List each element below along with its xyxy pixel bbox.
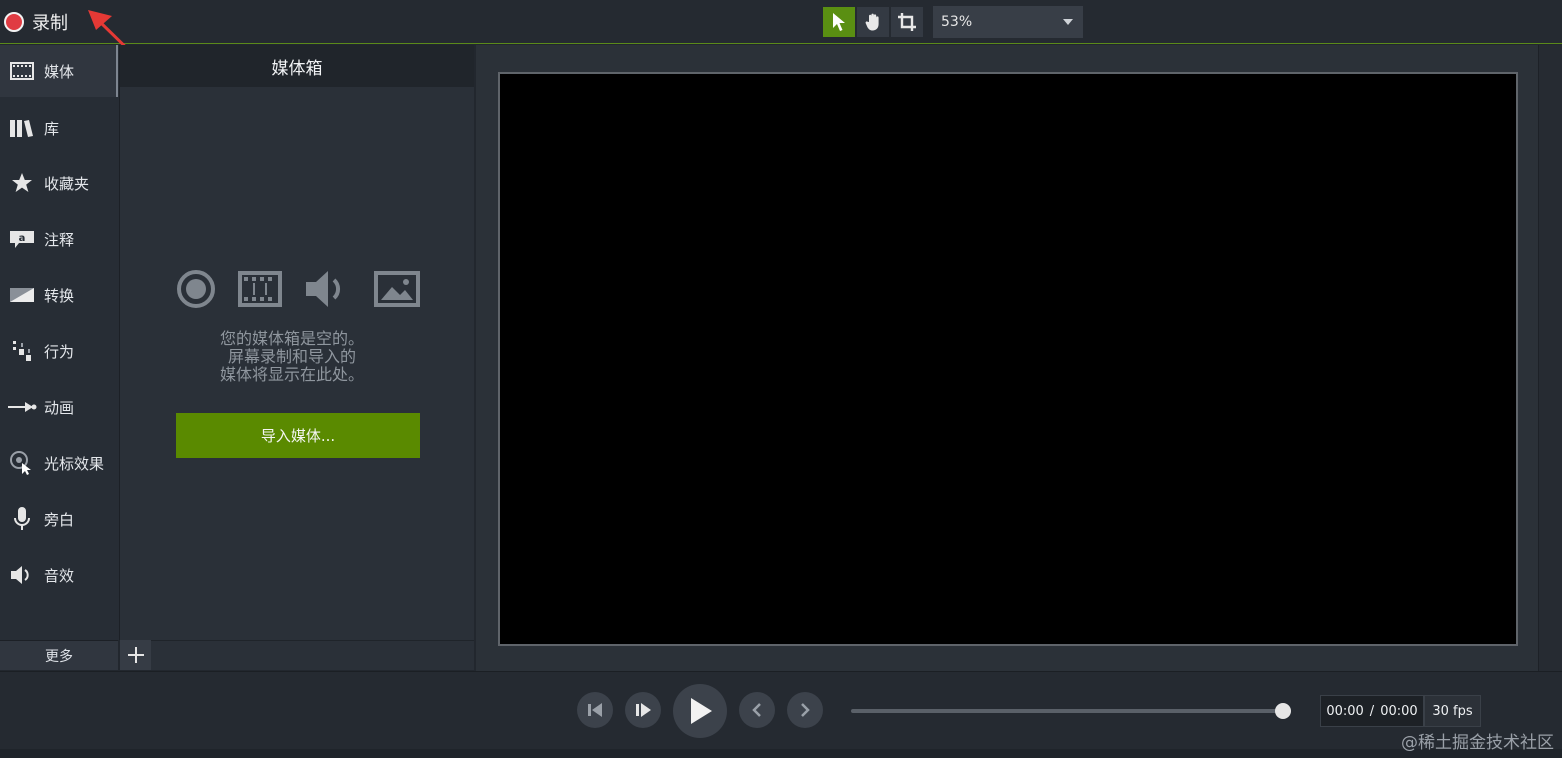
cursor-effect-icon <box>10 451 31 475</box>
record-label: 录制 <box>32 13 68 34</box>
step-back-button[interactable] <box>577 692 613 728</box>
sidebar-item-library[interactable]: 库 <box>0 102 118 154</box>
speaker-icon <box>306 271 341 307</box>
tool-sidebar: 媒体 库 收藏夹 a 注释 转换 行为 动画 光标效果 旁白 音效 <box>0 45 120 640</box>
film-icon <box>238 271 282 307</box>
speaker-icon <box>11 566 29 584</box>
record-icon <box>177 270 215 308</box>
crop-icon <box>898 13 916 31</box>
record-icon <box>4 12 24 32</box>
select-tool-button[interactable] <box>823 7 855 37</box>
sidebar-item-label: 媒体 <box>44 62 75 81</box>
add-button[interactable] <box>120 640 151 670</box>
play-icon <box>691 698 712 724</box>
empty-line: 屏幕录制和导入的 <box>228 347 357 366</box>
empty-bin-message: 您的媒体箱是空的。 屏幕录制和导入的 媒体将显示在此处。 <box>194 330 404 384</box>
step-forward-button[interactable] <box>625 692 661 728</box>
chevron-left-icon <box>752 703 761 717</box>
step-forward-icon <box>636 703 651 717</box>
pan-tool-button[interactable] <box>857 7 889 37</box>
transition-icon <box>10 288 34 302</box>
star-icon <box>12 173 32 192</box>
zoom-dropdown[interactable]: 53% <box>933 6 1083 38</box>
image-icon <box>374 271 420 307</box>
hand-icon <box>865 13 879 31</box>
top-toolbar: 录制 53% <box>0 0 1562 44</box>
next-marker-button[interactable] <box>787 692 823 728</box>
chevron-down-icon <box>1063 19 1073 25</box>
sidebar-item-label: 库 <box>44 119 60 138</box>
total-time: 00:00 <box>1380 703 1418 719</box>
preview-canvas[interactable] <box>498 72 1518 646</box>
sidebar-item-behaviors[interactable]: 行为 <box>0 325 118 377</box>
previous-marker-button[interactable] <box>739 692 775 728</box>
canvas-tool-group <box>823 7 923 37</box>
sidebar-item-annotations[interactable]: a 注释 <box>0 213 118 265</box>
play-button[interactable] <box>673 684 727 738</box>
media-type-icons <box>174 267 424 313</box>
crop-tool-button[interactable] <box>891 7 923 37</box>
timeline-toolbar <box>0 749 1562 758</box>
sidebar-item-label: 注释 <box>44 230 75 249</box>
sidebar-item-cursor-effects[interactable]: 光标效果 <box>0 437 118 489</box>
svg-text:a: a <box>19 233 26 244</box>
animation-icon <box>8 402 37 412</box>
empty-line: 媒体将显示在此处。 <box>220 365 365 384</box>
microphone-icon <box>14 507 30 530</box>
sidebar-item-narration[interactable]: 旁白 <box>0 493 118 545</box>
sidebar-item-label: 动画 <box>44 398 75 417</box>
scrubber-handle[interactable] <box>1275 703 1291 719</box>
watermark: @稀土掘金技术社区 <box>1401 733 1554 753</box>
arrow-cursor-icon <box>833 13 845 31</box>
sidebar-item-animations[interactable]: 动画 <box>0 381 118 433</box>
playback-scrubber[interactable] <box>851 709 1291 713</box>
more-button[interactable]: 更多 <box>0 640 118 670</box>
record-button[interactable]: 录制 <box>4 7 68 37</box>
sidebar-item-favorites[interactable]: 收藏夹 <box>0 157 118 209</box>
sidebar-item-media[interactable]: 媒体 <box>0 45 118 97</box>
library-icon <box>10 120 33 137</box>
panel-footer <box>151 640 474 670</box>
properties-collapsed-strip[interactable] <box>1538 45 1562 671</box>
zoom-value: 53% <box>941 14 973 30</box>
preview-area <box>476 45 1538 671</box>
plus-icon <box>127 647 144 663</box>
behavior-icon <box>13 341 31 361</box>
timecode-display: 00:00 / 00:00 <box>1320 695 1424 727</box>
sidebar-item-label: 行为 <box>44 342 75 361</box>
sidebar-item-label: 音效 <box>44 566 75 585</box>
sidebar-item-label: 旁白 <box>44 510 75 529</box>
sidebar-item-label: 收藏夹 <box>44 174 90 193</box>
annotation-icon: a <box>10 231 34 248</box>
panel-title: 媒体箱 <box>120 45 474 87</box>
sidebar-item-audio-effects[interactable]: 音效 <box>0 549 118 601</box>
time-separator: / <box>1369 703 1375 719</box>
import-media-button[interactable]: 导入媒体... <box>176 413 420 458</box>
media-bin-panel: 媒体箱 您的媒体箱是空的。 屏幕录制和导入的 媒体将显示在此处。 导入媒体... <box>120 45 474 640</box>
sidebar-item-label: 转换 <box>44 286 75 305</box>
chevron-right-icon <box>801 703 810 717</box>
current-time: 00:00 <box>1326 703 1364 719</box>
sidebar-item-label: 光标效果 <box>44 454 105 473</box>
playback-controls: 00:00 / 00:00 30 fps <box>0 671 1562 749</box>
step-back-icon <box>588 703 602 717</box>
film-icon <box>10 62 34 80</box>
fps-selector[interactable]: 30 fps <box>1424 695 1481 727</box>
empty-line: 您的媒体箱是空的。 <box>220 329 365 348</box>
sidebar-item-transitions[interactable]: 转换 <box>0 269 118 321</box>
